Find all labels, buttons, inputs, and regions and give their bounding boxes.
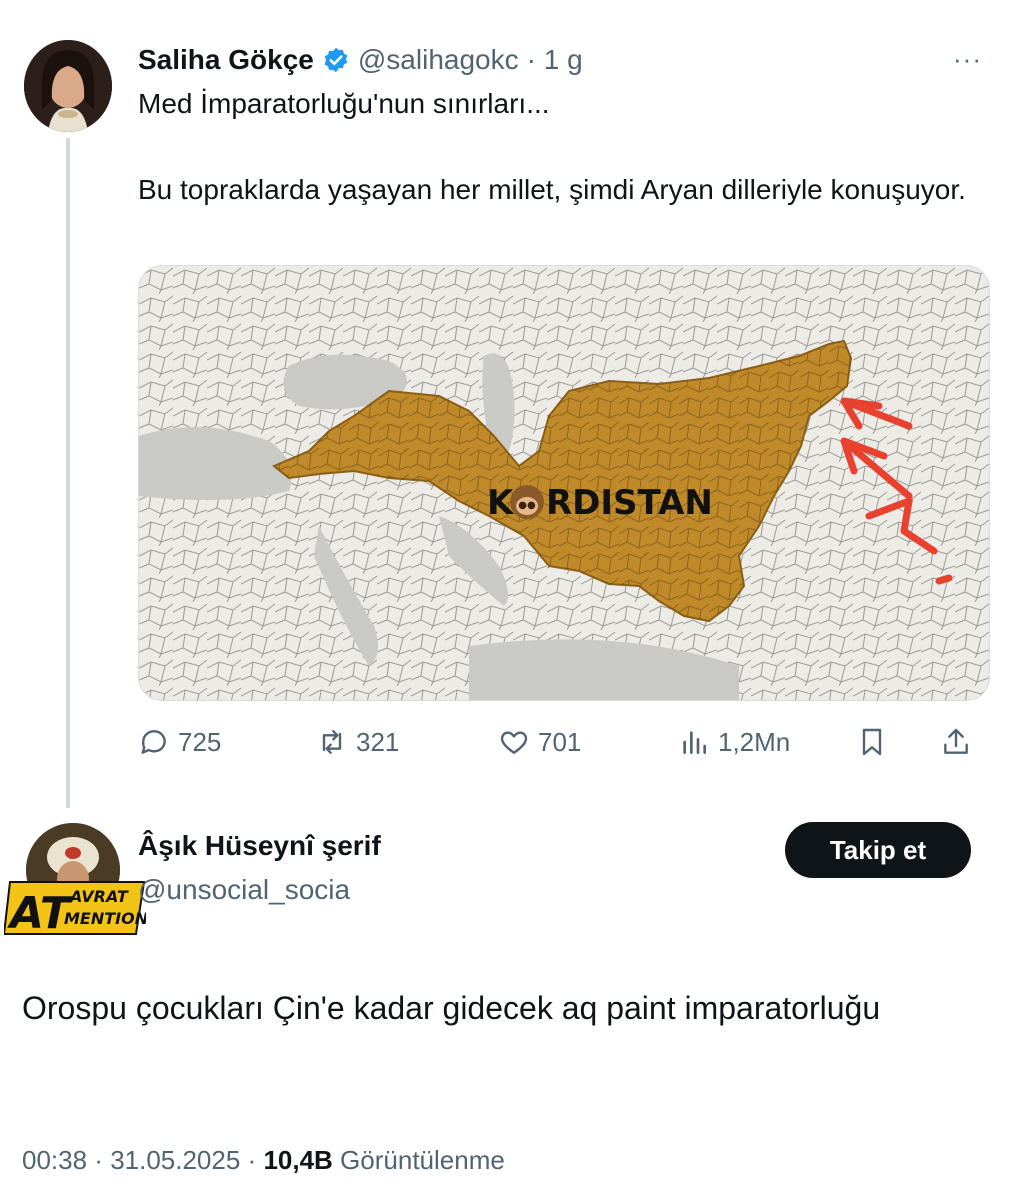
reply-action[interactable]: 725 — [138, 722, 221, 762]
tweet-header: Saliha Gökçe @salihagokc · 1 g — [138, 40, 583, 80]
tweet-actions-bar: 725 321 701 1,2Mn — [138, 722, 988, 762]
retweet-action[interactable]: 321 — [316, 722, 399, 762]
author-handle[interactable]: @salihagokc — [358, 44, 519, 76]
follow-button[interactable]: Takip et — [785, 822, 971, 878]
verified-badge-icon — [324, 47, 348, 73]
map-label-rdistan: RDISTAN — [546, 483, 713, 523]
author-avatar[interactable] — [24, 40, 112, 132]
tweet-text-line-1: Med İmparatorluğu'nun sınırları... — [138, 88, 550, 119]
post-time[interactable]: 00:38 — [22, 1145, 87, 1175]
tweet-map-image[interactable]: K ●● RDISTAN — [138, 265, 990, 701]
svg-text:MENTION: MENTION — [64, 909, 146, 928]
thread-connector-line — [66, 138, 70, 808]
bookmark-action[interactable] — [856, 722, 888, 762]
reply-author-handle[interactable]: @unsocial_socia — [138, 874, 350, 906]
views-action[interactable]: 1,2Mn — [678, 722, 790, 762]
author-name[interactable]: Saliha Gökçe — [138, 44, 314, 76]
svg-text:●●: ●● — [518, 500, 536, 511]
like-action[interactable]: 701 — [498, 722, 581, 762]
views-chart-icon — [683, 731, 706, 754]
more-options-icon[interactable]: ··· — [953, 44, 982, 75]
tweet-meta-footer: 00:38 · 31.05.2025 · 10,4B Görüntülenme — [22, 1145, 505, 1176]
share-action[interactable] — [940, 722, 972, 762]
reply-text: Orospu çocukları Çin'e kadar gidecek aq … — [22, 990, 881, 1026]
post-date[interactable]: 31.05.2025 — [110, 1145, 240, 1175]
retweet-icon — [322, 730, 342, 754]
views-label: Görüntülenme — [332, 1145, 505, 1175]
like-count: 701 — [538, 726, 582, 757]
reply-icon — [141, 730, 166, 754]
at-avrat-mention-badge: AT AVRAT MENTION — [4, 881, 146, 936]
views-count: 1,2Mn — [718, 726, 791, 757]
svg-text:AT: AT — [7, 888, 73, 936]
share-icon — [944, 728, 968, 754]
separator: · — [87, 1145, 111, 1175]
reply-count: 725 — [178, 726, 222, 757]
separator: · — [240, 1145, 264, 1175]
retweet-count: 321 — [356, 726, 400, 757]
heart-icon — [500, 731, 528, 754]
view-count: 10,4B — [263, 1145, 333, 1175]
reply-author-name[interactable]: Âşık Hüseynî şerif — [138, 830, 381, 862]
tweet-text-line-2: Bu topraklarda yaşayan her millet, şimdi… — [138, 174, 966, 205]
svg-text:AVRAT: AVRAT — [68, 887, 129, 906]
tweet-time[interactable]: · 1 g — [527, 44, 583, 76]
bookmark-icon — [862, 728, 882, 756]
